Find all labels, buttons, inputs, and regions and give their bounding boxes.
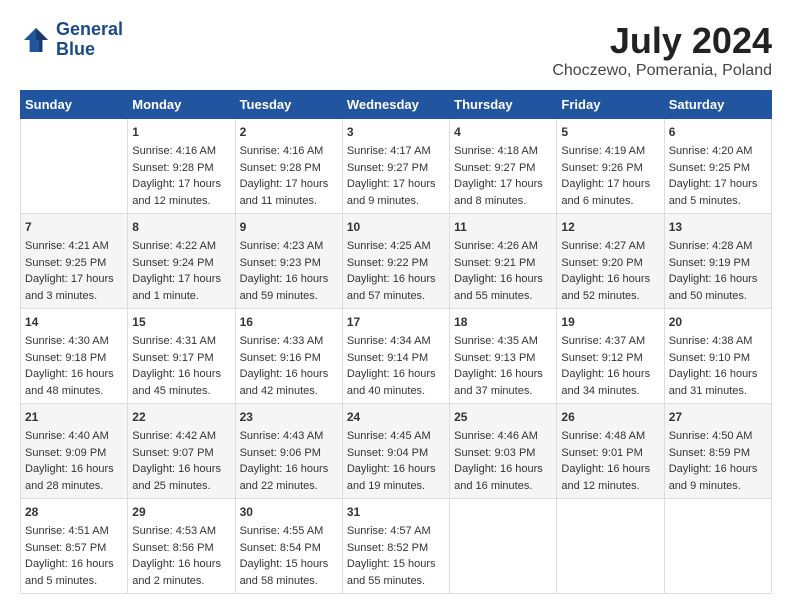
calendar-cell bbox=[21, 119, 128, 214]
calendar-cell: 14Sunrise: 4:30 AMSunset: 9:18 PMDayligh… bbox=[21, 309, 128, 404]
calendar-cell: 1Sunrise: 4:16 AMSunset: 9:28 PMDaylight… bbox=[128, 119, 235, 214]
calendar-cell: 16Sunrise: 4:33 AMSunset: 9:16 PMDayligh… bbox=[235, 309, 342, 404]
day-number: 3 bbox=[347, 123, 445, 141]
calendar-cell: 10Sunrise: 4:25 AMSunset: 9:22 PMDayligh… bbox=[342, 214, 449, 309]
calendar-cell: 26Sunrise: 4:48 AMSunset: 9:01 PMDayligh… bbox=[557, 404, 664, 499]
day-number: 11 bbox=[454, 218, 552, 236]
calendar-cell: 23Sunrise: 4:43 AMSunset: 9:06 PMDayligh… bbox=[235, 404, 342, 499]
calendar-cell: 12Sunrise: 4:27 AMSunset: 9:20 PMDayligh… bbox=[557, 214, 664, 309]
day-number: 10 bbox=[347, 218, 445, 236]
day-number: 25 bbox=[454, 408, 552, 426]
day-number: 4 bbox=[454, 123, 552, 141]
calendar-cell: 31Sunrise: 4:57 AMSunset: 8:52 PMDayligh… bbox=[342, 499, 449, 594]
calendar-cell: 13Sunrise: 4:28 AMSunset: 9:19 PMDayligh… bbox=[664, 214, 771, 309]
calendar-cell: 9Sunrise: 4:23 AMSunset: 9:23 PMDaylight… bbox=[235, 214, 342, 309]
calendar-cell: 20Sunrise: 4:38 AMSunset: 9:10 PMDayligh… bbox=[664, 309, 771, 404]
calendar-cell: 22Sunrise: 4:42 AMSunset: 9:07 PMDayligh… bbox=[128, 404, 235, 499]
weekday-header-row: SundayMondayTuesdayWednesdayThursdayFrid… bbox=[21, 91, 772, 119]
calendar-cell: 19Sunrise: 4:37 AMSunset: 9:12 PMDayligh… bbox=[557, 309, 664, 404]
calendar-cell: 15Sunrise: 4:31 AMSunset: 9:17 PMDayligh… bbox=[128, 309, 235, 404]
calendar-cell: 8Sunrise: 4:22 AMSunset: 9:24 PMDaylight… bbox=[128, 214, 235, 309]
weekday-header: Saturday bbox=[664, 91, 771, 119]
calendar-cell: 17Sunrise: 4:34 AMSunset: 9:14 PMDayligh… bbox=[342, 309, 449, 404]
day-number: 30 bbox=[240, 503, 338, 521]
calendar-cell: 24Sunrise: 4:45 AMSunset: 9:04 PMDayligh… bbox=[342, 404, 449, 499]
calendar-cell: 6Sunrise: 4:20 AMSunset: 9:25 PMDaylight… bbox=[664, 119, 771, 214]
day-number: 5 bbox=[561, 123, 659, 141]
calendar-cell: 18Sunrise: 4:35 AMSunset: 9:13 PMDayligh… bbox=[450, 309, 557, 404]
calendar-table: SundayMondayTuesdayWednesdayThursdayFrid… bbox=[20, 90, 772, 594]
calendar-cell bbox=[557, 499, 664, 594]
day-number: 29 bbox=[132, 503, 230, 521]
day-number: 13 bbox=[669, 218, 767, 236]
day-number: 19 bbox=[561, 313, 659, 331]
calendar-cell: 30Sunrise: 4:55 AMSunset: 8:54 PMDayligh… bbox=[235, 499, 342, 594]
title-area: July 2024 Choczewo, Pomerania, Poland bbox=[552, 20, 772, 80]
day-number: 26 bbox=[561, 408, 659, 426]
day-number: 1 bbox=[132, 123, 230, 141]
weekday-header: Friday bbox=[557, 91, 664, 119]
calendar-cell: 3Sunrise: 4:17 AMSunset: 9:27 PMDaylight… bbox=[342, 119, 449, 214]
calendar-cell bbox=[664, 499, 771, 594]
page-header: General Blue July 2024 Choczewo, Pomeran… bbox=[20, 20, 772, 80]
day-number: 28 bbox=[25, 503, 123, 521]
weekday-header: Monday bbox=[128, 91, 235, 119]
calendar-week-row: 1Sunrise: 4:16 AMSunset: 9:28 PMDaylight… bbox=[21, 119, 772, 214]
day-number: 23 bbox=[240, 408, 338, 426]
calendar-cell: 4Sunrise: 4:18 AMSunset: 9:27 PMDaylight… bbox=[450, 119, 557, 214]
month-title: July 2024 bbox=[552, 20, 772, 62]
calendar-week-row: 21Sunrise: 4:40 AMSunset: 9:09 PMDayligh… bbox=[21, 404, 772, 499]
calendar-cell: 2Sunrise: 4:16 AMSunset: 9:28 PMDaylight… bbox=[235, 119, 342, 214]
logo-line1: General bbox=[56, 20, 123, 40]
calendar-cell: 29Sunrise: 4:53 AMSunset: 8:56 PMDayligh… bbox=[128, 499, 235, 594]
day-number: 15 bbox=[132, 313, 230, 331]
calendar-cell: 28Sunrise: 4:51 AMSunset: 8:57 PMDayligh… bbox=[21, 499, 128, 594]
logo-line2: Blue bbox=[56, 40, 123, 60]
day-number: 8 bbox=[132, 218, 230, 236]
calendar-cell: 7Sunrise: 4:21 AMSunset: 9:25 PMDaylight… bbox=[21, 214, 128, 309]
day-number: 6 bbox=[669, 123, 767, 141]
day-number: 14 bbox=[25, 313, 123, 331]
day-number: 20 bbox=[669, 313, 767, 331]
weekday-header: Sunday bbox=[21, 91, 128, 119]
calendar-cell: 21Sunrise: 4:40 AMSunset: 9:09 PMDayligh… bbox=[21, 404, 128, 499]
calendar-cell: 11Sunrise: 4:26 AMSunset: 9:21 PMDayligh… bbox=[450, 214, 557, 309]
day-number: 7 bbox=[25, 218, 123, 236]
day-number: 17 bbox=[347, 313, 445, 331]
day-number: 21 bbox=[25, 408, 123, 426]
weekday-header: Thursday bbox=[450, 91, 557, 119]
day-number: 9 bbox=[240, 218, 338, 236]
calendar-cell bbox=[450, 499, 557, 594]
day-number: 24 bbox=[347, 408, 445, 426]
weekday-header: Wednesday bbox=[342, 91, 449, 119]
day-number: 18 bbox=[454, 313, 552, 331]
day-number: 12 bbox=[561, 218, 659, 236]
logo-icon bbox=[20, 24, 52, 56]
calendar-week-row: 14Sunrise: 4:30 AMSunset: 9:18 PMDayligh… bbox=[21, 309, 772, 404]
day-number: 31 bbox=[347, 503, 445, 521]
calendar-week-row: 28Sunrise: 4:51 AMSunset: 8:57 PMDayligh… bbox=[21, 499, 772, 594]
day-number: 27 bbox=[669, 408, 767, 426]
day-number: 16 bbox=[240, 313, 338, 331]
logo: General Blue bbox=[20, 20, 123, 60]
location: Choczewo, Pomerania, Poland bbox=[552, 62, 772, 80]
calendar-week-row: 7Sunrise: 4:21 AMSunset: 9:25 PMDaylight… bbox=[21, 214, 772, 309]
calendar-cell: 5Sunrise: 4:19 AMSunset: 9:26 PMDaylight… bbox=[557, 119, 664, 214]
weekday-header: Tuesday bbox=[235, 91, 342, 119]
calendar-cell: 25Sunrise: 4:46 AMSunset: 9:03 PMDayligh… bbox=[450, 404, 557, 499]
calendar-cell: 27Sunrise: 4:50 AMSunset: 8:59 PMDayligh… bbox=[664, 404, 771, 499]
logo-text: General Blue bbox=[56, 20, 123, 60]
day-number: 22 bbox=[132, 408, 230, 426]
day-number: 2 bbox=[240, 123, 338, 141]
